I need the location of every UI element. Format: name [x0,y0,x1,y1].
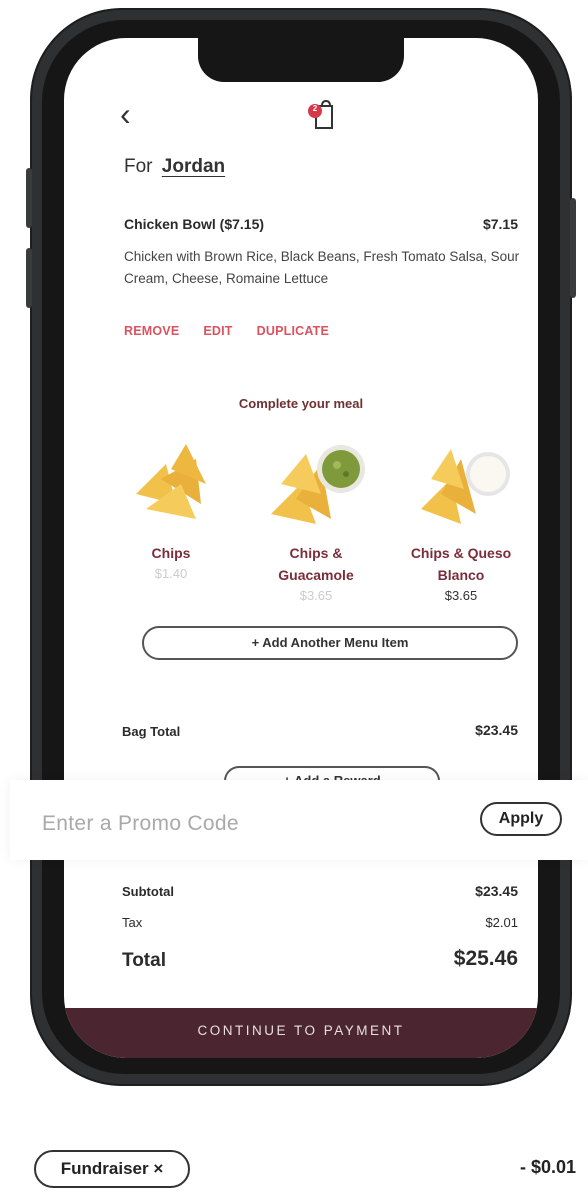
side-item-chips-guacamole[interactable]: Chips & Guacamole $3.65 [251,424,381,606]
order-for-line: For Jordan [124,156,225,178]
side-price: $3.65 [299,588,333,603]
add-menu-item-button[interactable]: + Add Another Menu Item [142,626,518,660]
side-label: Chips & Queso Blanco [410,545,512,583]
phone-side-button [26,248,32,308]
chips-queso-image [406,424,516,534]
bag-count-badge: 2 [312,104,318,113]
back-icon[interactable]: ‹ [120,94,148,134]
complete-meal-heading: Complete your meal [238,396,364,411]
side-price: $1.40 [154,566,188,581]
for-prefix: For [124,156,153,177]
tax-label: Tax [122,915,143,930]
tax-value: $2.01 [485,915,518,930]
continue-to-payment-button[interactable]: CONTINUE TO PAYMENT [64,1008,538,1058]
stage: ‹ 2 For Jordan Chicken Bowl ($7.15) $7.1… [0,0,588,1197]
fundraiser-amount: - $0.01 [519,1157,576,1177]
item-title: Chicken Bowl ($7.15) [124,216,265,232]
side-price: $3.65 [444,588,478,603]
apply-button[interactable]: Apply [480,802,562,836]
side-item-chips-queso[interactable]: Chips & Queso Blanco $3.65 [396,424,526,606]
total-label: Total [122,950,166,971]
subtotal-label: Subtotal [122,884,174,899]
bag-icon[interactable]: 2 [306,98,338,130]
fundraiser-chip[interactable]: Fundraiser × [34,1150,190,1188]
for-name-link[interactable]: Jordan [162,156,225,177]
side-label: Chips & Guacamole [278,545,354,583]
side-items: Chips $1.40 Chips & Guacamole $3.65 Chip… [106,424,526,606]
remove-button[interactable]: REMOVE [124,324,179,338]
phone-frame: ‹ 2 For Jordan Chicken Bowl ($7.15) $7.1… [26,8,576,1086]
bag-total-label: Bag Total [122,724,181,739]
total-value: $25.46 [453,947,518,970]
chips-image [116,424,226,534]
side-item-chips[interactable]: Chips $1.40 [106,424,236,606]
phone-side-button [570,198,576,298]
item-actions: REMOVE EDIT DUPLICATE [124,324,329,338]
phone-side-button [26,168,32,228]
phone-notch [198,38,404,82]
item-price: $7.15 [482,216,518,232]
edit-button[interactable]: EDIT [203,324,232,338]
phone-screen: ‹ 2 For Jordan Chicken Bowl ($7.15) $7.1… [64,38,538,1058]
side-label: Chips [151,545,191,561]
bag-total-value: $23.45 [475,722,518,738]
checkout-screen: ‹ 2 For Jordan Chicken Bowl ($7.15) $7.1… [64,38,538,1058]
promo-code-input[interactable]: Enter a Promo Code [42,812,239,836]
chips-guacamole-image [261,424,371,534]
item-description: Chicken with Brown Rice, Black Beans, Fr… [124,249,520,286]
duplicate-button[interactable]: DUPLICATE [257,324,329,338]
bag-icon-graphic [308,99,333,129]
subtotal-value: $23.45 [475,883,518,899]
